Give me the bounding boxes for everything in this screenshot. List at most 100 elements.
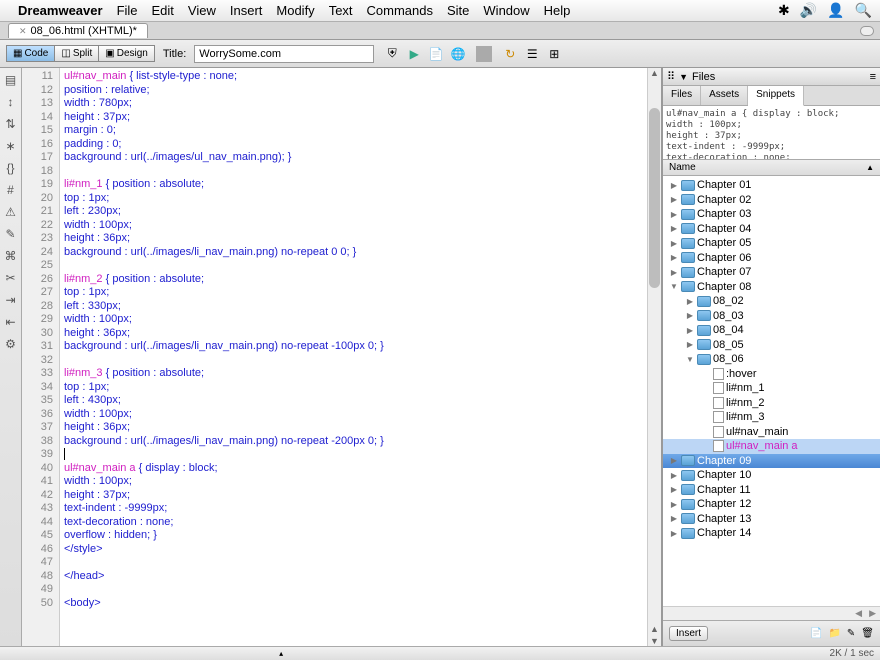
menu-insert[interactable]: Insert	[230, 3, 263, 18]
panel-title-bar[interactable]: ⠿ ▼ Files ≡	[663, 68, 880, 86]
disclosure-icon[interactable]: ▶	[669, 485, 679, 494]
scroll-up-icon[interactable]: ▲	[648, 68, 661, 78]
panel-grip-icon[interactable]: ⠿	[667, 70, 675, 83]
disclosure-icon[interactable]: ▶	[669, 500, 679, 509]
bluetooth-icon[interactable]: ✱	[778, 2, 790, 19]
code-text[interactable]: ul#nav_main { list-style-type : none; po…	[60, 68, 647, 646]
tree-folder-chapter-05[interactable]: ▶ Chapter 05	[663, 236, 880, 251]
document-tab[interactable]: ✕ 08_06.html (XHTML)*	[8, 23, 148, 38]
refresh-icon[interactable]: ↻	[502, 46, 518, 62]
tree-folder-chapter-12[interactable]: ▶ Chapter 12	[663, 497, 880, 512]
wrap-tag-icon[interactable]: ⌘	[3, 248, 19, 264]
tree-folder-chapter-07[interactable]: ▶ Chapter 07	[663, 265, 880, 280]
disclosure-icon[interactable]: ▶	[685, 340, 695, 349]
tree-header[interactable]: Name ▲	[663, 160, 880, 176]
tree-folder-chapter-02[interactable]: ▶ Chapter 02	[663, 193, 880, 208]
tree-folder-chapter-06[interactable]: ▶ Chapter 06	[663, 251, 880, 266]
disclosure-icon[interactable]: ▶	[669, 253, 679, 262]
tree-folder-08_02[interactable]: ▶ 08_02	[663, 294, 880, 309]
disclosure-icon[interactable]: ▶	[669, 471, 679, 480]
disclosure-icon[interactable]: ▶	[669, 456, 679, 465]
tree-folder-08_06[interactable]: ▼ 08_06	[663, 352, 880, 367]
disclosure-icon[interactable]: ▼	[685, 355, 695, 364]
open-docs-icon[interactable]: ▤	[3, 72, 19, 88]
spotlight-icon[interactable]: 🔍	[855, 2, 872, 19]
disclosure-icon[interactable]: ▶	[669, 239, 679, 248]
panel-menu-icon[interactable]: ≡	[870, 71, 876, 83]
menu-modify[interactable]: Modify	[276, 3, 314, 18]
tab-assets[interactable]: Assets	[701, 86, 748, 105]
user-icon[interactable]: 👤	[827, 2, 844, 19]
code-view-button[interactable]: ▦Code	[6, 45, 55, 62]
app-name[interactable]: Dreamweaver	[18, 3, 103, 18]
disclosure-icon[interactable]: ▶	[685, 297, 695, 306]
disclosure-icon[interactable]: ▶	[669, 195, 679, 204]
tab-snippets[interactable]: Snippets	[748, 86, 804, 106]
edit-snippet-icon[interactable]: ✎	[847, 628, 855, 639]
tree-folder-08_05[interactable]: ▶ 08_05	[663, 338, 880, 353]
close-tab-icon[interactable]: ✕	[19, 26, 27, 37]
indent-icon[interactable]: ⇥	[3, 292, 19, 308]
delete-snippet-icon[interactable]: 🗑	[861, 628, 874, 639]
menu-commands[interactable]: Commands	[367, 3, 433, 18]
tree-folder-chapter-01[interactable]: ▶ Chapter 01	[663, 178, 880, 193]
tree-folder-chapter-03[interactable]: ▶ Chapter 03	[663, 207, 880, 222]
tree-file-ul-nav_main[interactable]: ul#nav_main	[663, 425, 880, 440]
browser-check-icon[interactable]: ⛨	[384, 46, 400, 62]
tab-files[interactable]: Files	[663, 86, 701, 105]
recent-snippets-icon[interactable]: ✂	[3, 270, 19, 286]
highlight-invalid-icon[interactable]: ⚠	[3, 204, 19, 220]
collapse-icon[interactable]: ↕	[3, 94, 19, 110]
scrollbar-thumb[interactable]	[649, 108, 660, 288]
file-mgmt-icon[interactable]: 📄	[428, 46, 444, 62]
disclosure-icon[interactable]: ▶	[685, 311, 695, 320]
view-options-icon[interactable]: ☰	[524, 46, 540, 62]
disclosure-icon[interactable]: ▶	[669, 181, 679, 190]
scroll-down2-icon[interactable]: ▼	[648, 636, 661, 646]
code-editor[interactable]: 1112131415161718192021222324252627282930…	[22, 68, 662, 646]
balance-braces-icon[interactable]: {}	[3, 160, 19, 176]
disclosure-icon[interactable]: ▶	[669, 268, 679, 277]
tree-folder-chapter-09[interactable]: ▶ Chapter 09	[663, 454, 880, 469]
expand-icon[interactable]: ⇅	[3, 116, 19, 132]
tree-file-li-nm_3[interactable]: li#nm_3	[663, 410, 880, 425]
menu-text[interactable]: Text	[329, 3, 353, 18]
select-parent-icon[interactable]: ∗	[3, 138, 19, 154]
tree-folder-chapter-11[interactable]: ▶ Chapter 11	[663, 483, 880, 498]
vertical-scrollbar[interactable]: ▲ ▲ ▼	[647, 68, 661, 646]
panel-horizontal-scrollbar[interactable]: ◀ ▶	[663, 606, 880, 620]
sort-arrow-icon[interactable]: ▲	[866, 163, 874, 172]
tree-file--hover[interactable]: :hover	[663, 367, 880, 382]
insert-button[interactable]: Insert	[669, 626, 708, 641]
menu-site[interactable]: Site	[447, 3, 469, 18]
scroll-down-icon[interactable]: ▲	[648, 624, 661, 634]
preview-icon[interactable]: 🌐	[450, 46, 466, 62]
menu-window[interactable]: Window	[483, 3, 529, 18]
name-column-header[interactable]: Name	[669, 162, 696, 173]
panel-collapse-icon[interactable]: ▼	[679, 72, 688, 82]
tree-folder-chapter-04[interactable]: ▶ Chapter 04	[663, 222, 880, 237]
snippet-tree[interactable]: ▶ Chapter 01▶ Chapter 02▶ Chapter 03▶ Ch…	[663, 176, 880, 606]
split-view-button[interactable]: ◫Split	[55, 45, 99, 62]
volume-icon[interactable]: 🔊	[800, 2, 817, 19]
tree-file-li-nm_1[interactable]: li#nm_1	[663, 381, 880, 396]
tree-folder-08_04[interactable]: ▶ 08_04	[663, 323, 880, 338]
tree-folder-chapter-08[interactable]: ▼ Chapter 08	[663, 280, 880, 295]
menu-view[interactable]: View	[188, 3, 216, 18]
property-inspector-toggle[interactable]: ▴	[279, 649, 283, 658]
disclosure-icon[interactable]: ▶	[669, 224, 679, 233]
disclosure-icon[interactable]: ▶	[669, 210, 679, 219]
disclosure-icon[interactable]: ▶	[669, 514, 679, 523]
disclosure-icon[interactable]: ▼	[669, 282, 679, 291]
visual-aids-icon[interactable]: ⊞	[546, 46, 562, 62]
page-title-input[interactable]	[194, 45, 374, 63]
menu-edit[interactable]: Edit	[152, 3, 174, 18]
tree-folder-08_03[interactable]: ▶ 08_03	[663, 309, 880, 324]
tree-folder-chapter-14[interactable]: ▶ Chapter 14	[663, 526, 880, 541]
disclosure-icon[interactable]: ▶	[685, 326, 695, 335]
new-folder-icon[interactable]: 📁	[828, 628, 840, 639]
design-view-button[interactable]: ▣Design	[99, 45, 155, 62]
apply-comment-icon[interactable]: ✎	[3, 226, 19, 242]
new-snippet-icon[interactable]: 📄	[810, 628, 822, 639]
tree-file-ul-nav_main-a[interactable]: ul#nav_main a	[663, 439, 880, 454]
